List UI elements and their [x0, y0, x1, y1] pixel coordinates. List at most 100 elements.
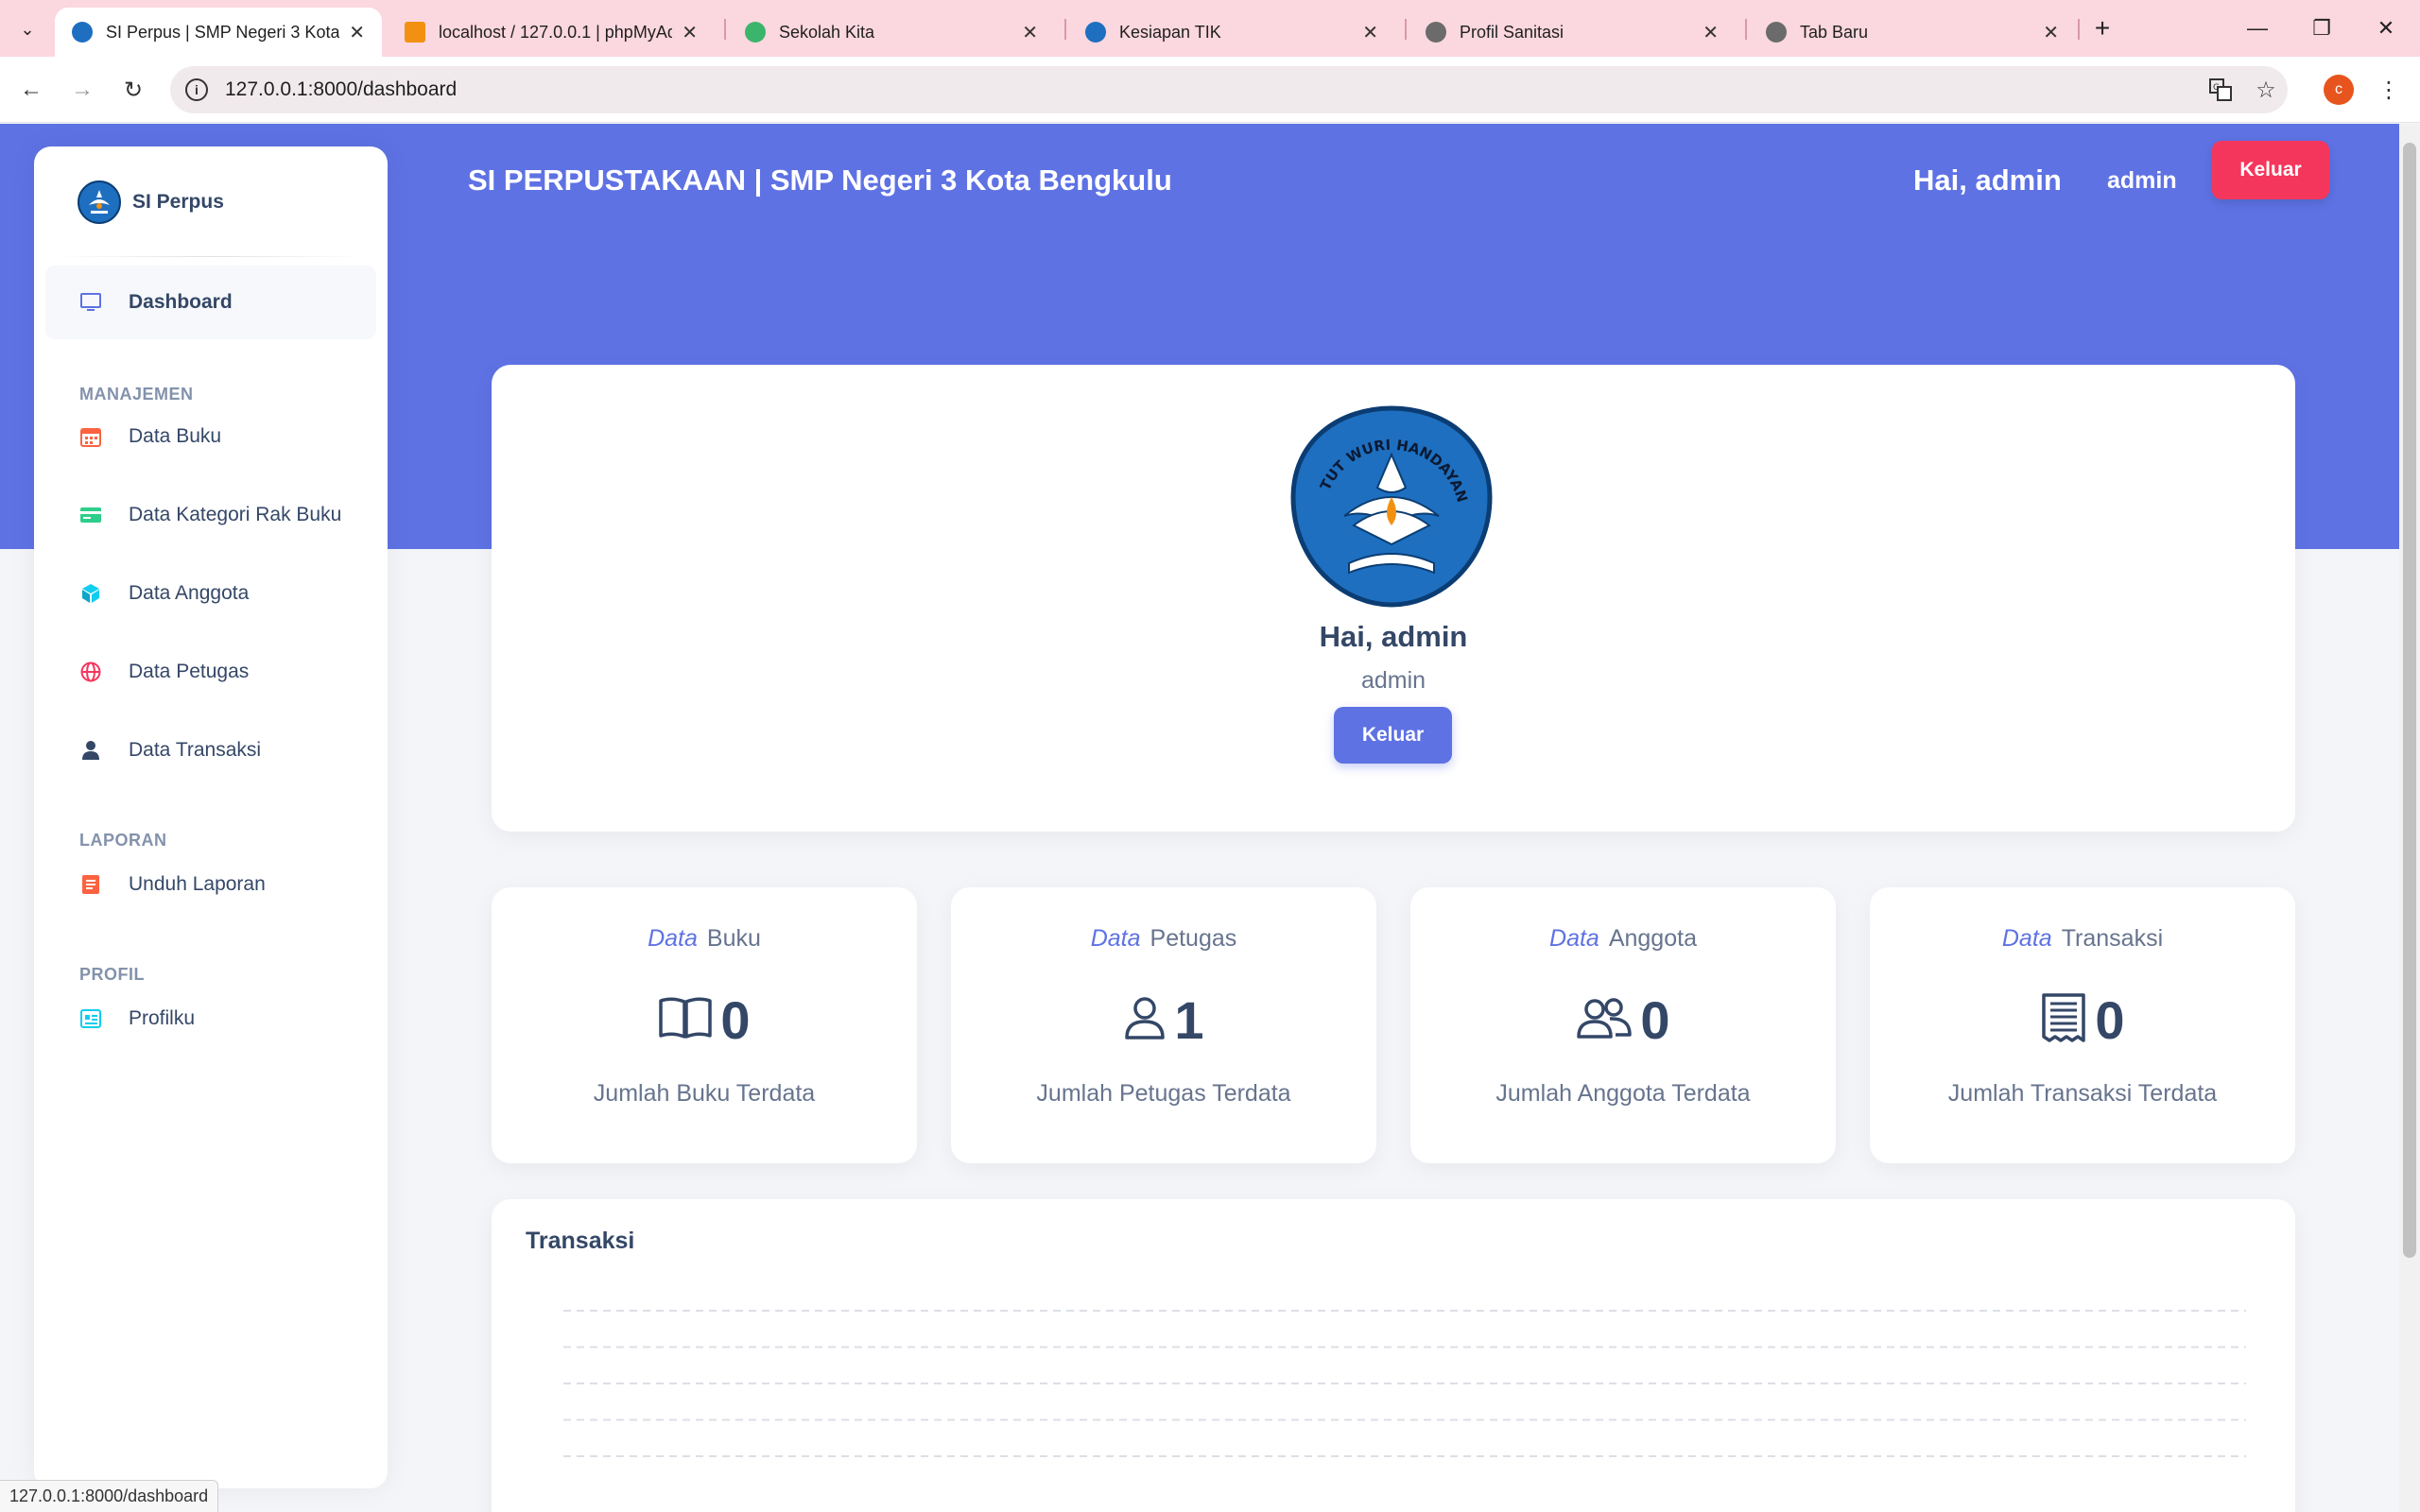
sidebar-item-data-buku[interactable]: Data Buku	[45, 400, 376, 473]
page-scrollbar[interactable]	[2399, 124, 2420, 1512]
reload-icon[interactable]: ↻	[115, 72, 151, 108]
url-omnibox[interactable]: i 127.0.0.1:8000/dashboard	[170, 66, 2288, 113]
stat-label: Jumlah Anggota Terdata	[1495, 1080, 1751, 1107]
phpmyadmin-favicon-icon	[405, 22, 425, 43]
tab-separator	[1745, 19, 1747, 40]
tab-search-chevron-icon[interactable]: ⌄	[11, 13, 43, 45]
chart-title: Transaksi	[526, 1228, 635, 1254]
receipt-icon	[2040, 992, 2087, 1048]
tab-si-perpus[interactable]: SI Perpus | SMP Negeri 3 Kota B ✕	[55, 8, 382, 57]
svg-text:G: G	[2213, 83, 2220, 93]
sidebar-item-data-transaksi[interactable]: Data Transaksi	[45, 713, 376, 787]
tab-sekolah-kita[interactable]: Sekolah Kita ✕	[728, 8, 1055, 57]
sidebar-item-label: Data Transaksi	[129, 739, 262, 761]
tab-tab-baru[interactable]: Tab Baru ✕	[1749, 8, 2076, 57]
sidebar-item-profilku[interactable]: Profilku	[45, 982, 376, 1056]
tab-title: Sekolah Kita	[779, 22, 875, 42]
sidebar-item-label: Dashboard	[129, 291, 233, 313]
stat-label: Jumlah Buku Terdata	[593, 1080, 816, 1107]
forward-arrow-icon[interactable]: →	[64, 72, 100, 108]
document-icon	[78, 871, 104, 898]
site-info-icon[interactable]: i	[185, 78, 208, 101]
tut-wuri-handayani-emblem: TUT WURI HANDAYANI	[1288, 403, 1493, 608]
profile-card-icon	[78, 1005, 104, 1032]
tab-separator	[1064, 19, 1066, 40]
stat-label: Jumlah Transaksi Terdata	[1947, 1080, 2218, 1107]
tab-title: SI Perpus | SMP Negeri 3 Kota B	[106, 22, 340, 42]
user-icon	[78, 737, 104, 764]
transaksi-chart-grid	[563, 1310, 2246, 1457]
stat-title: Data Anggota	[1549, 925, 1697, 952]
monitor-icon	[78, 289, 104, 316]
sidebar-item-label: Data Kategori Rak Buku	[129, 504, 342, 525]
url-text[interactable]: 127.0.0.1:8000/dashboard	[225, 78, 457, 101]
tut-wuri-favicon-icon	[1085, 22, 1106, 43]
stat-value: 0	[1410, 989, 1836, 1051]
transaksi-chart-card: Transaksi	[492, 1199, 2295, 1512]
page-viewport: SI Perpus Dashboard MANAJEMEN Data Buku …	[0, 124, 2399, 1512]
stat-value: 0	[492, 989, 917, 1051]
scrollbar-thumb[interactable]	[2403, 143, 2416, 1258]
close-icon[interactable]: ✕	[682, 21, 698, 44]
close-icon[interactable]: ✕	[349, 21, 365, 44]
profile-logout-button[interactable]: Keluar	[1334, 707, 1452, 764]
brand[interactable]: SI Perpus	[78, 180, 224, 224]
globe-icon	[78, 659, 104, 685]
stat-card-anggota: Data Anggota 0 Jumlah Anggota Terdata	[1410, 887, 1836, 1163]
sidebar-item-label: Profilku	[129, 1007, 196, 1029]
sidebar-item-data-kategori-rak-buku[interactable]: Data Kategori Rak Buku	[45, 478, 376, 552]
minimize-icon[interactable]: —	[2229, 9, 2286, 47]
navbar-greeting: Hai, admin	[1913, 163, 2062, 197]
translate-icon[interactable]: G	[2203, 72, 2238, 108]
credit-card-icon	[78, 502, 104, 528]
back-arrow-icon[interactable]: ←	[13, 72, 49, 108]
globe-favicon-icon	[1426, 22, 1446, 43]
navbar-logout-button[interactable]: Keluar	[2212, 141, 2329, 199]
person-icon	[1123, 995, 1167, 1045]
restore-icon[interactable]: ❐	[2293, 9, 2350, 47]
window-close-icon[interactable]: ✕	[2358, 9, 2414, 47]
stat-title: Data Transaksi	[2001, 925, 2164, 952]
sidebar-item-dashboard[interactable]: Dashboard	[45, 266, 376, 339]
tab-title: Profil Sanitasi	[1460, 22, 1564, 42]
box-icon	[78, 580, 104, 607]
stat-number: 0	[2095, 990, 2125, 1050]
tut-wuri-logo-icon	[78, 180, 121, 224]
tab-title: localhost / 127.0.0.1 | phpMyAd	[439, 22, 673, 42]
sidebar-item-label: Data Petugas	[129, 661, 250, 682]
browser-tab-bar: ⌄ SI Perpus | SMP Negeri 3 Kota B ✕ loca…	[0, 0, 2420, 57]
close-icon[interactable]: ✕	[1362, 21, 1378, 44]
chrome-favicon-icon	[1766, 22, 1787, 43]
close-icon[interactable]: ✕	[1022, 21, 1038, 44]
bookmark-star-icon[interactable]: ☆	[2248, 72, 2284, 108]
stat-card-transaksi: Data Transaksi 0 Jumlah Transaksi Terdata	[1870, 887, 2295, 1163]
brand-name[interactable]: SI Perpus	[132, 191, 224, 214]
sidebar-item-label: Unduh Laporan	[129, 873, 266, 895]
profile-avatar[interactable]: c	[2324, 75, 2354, 105]
new-tab-plus-icon[interactable]: +	[2085, 11, 2119, 45]
navbar-username: admin	[2107, 167, 2177, 194]
sidebar-item-label: Data Buku	[129, 425, 222, 447]
stat-label: Jumlah Petugas Terdata	[1036, 1080, 1291, 1107]
close-icon[interactable]: ✕	[2043, 21, 2059, 44]
sidebar-item-data-anggota[interactable]: Data Anggota	[45, 557, 376, 630]
tab-separator	[2078, 19, 2080, 40]
tab-profil-sanitasi[interactable]: Profil Sanitasi ✕	[1409, 8, 1736, 57]
tab-kesiapan-tik[interactable]: Kesiapan TIK ✕	[1068, 8, 1395, 57]
close-icon[interactable]: ✕	[1703, 21, 1719, 44]
stat-title: Data Petugas	[1090, 925, 1237, 952]
stat-value: 0	[1870, 989, 2295, 1051]
sidebar-item-data-petugas[interactable]: Data Petugas	[45, 635, 376, 709]
stat-number: 0	[720, 990, 751, 1050]
profile-username: admin	[1360, 667, 1426, 694]
tab-phpmyadmin[interactable]: localhost / 127.0.0.1 | phpMyAd ✕	[388, 8, 715, 57]
tut-wuri-favicon-icon	[72, 22, 93, 43]
status-bar-url: 127.0.0.1:8000/dashboard	[0, 1480, 219, 1512]
stat-card-buku: Data Buku 0 Jumlah Buku Terdata	[492, 887, 917, 1163]
stat-number: 1	[1174, 990, 1204, 1050]
page-title: SI PERPUSTAKAAN | SMP Negeri 3 Kota Beng…	[468, 163, 1172, 197]
sidebar-item-unduh-laporan[interactable]: Unduh Laporan	[45, 848, 376, 921]
sidebar-divider	[57, 256, 365, 257]
stat-number: 0	[1640, 990, 1670, 1050]
kebab-menu-icon[interactable]: ⋮	[2371, 72, 2407, 108]
